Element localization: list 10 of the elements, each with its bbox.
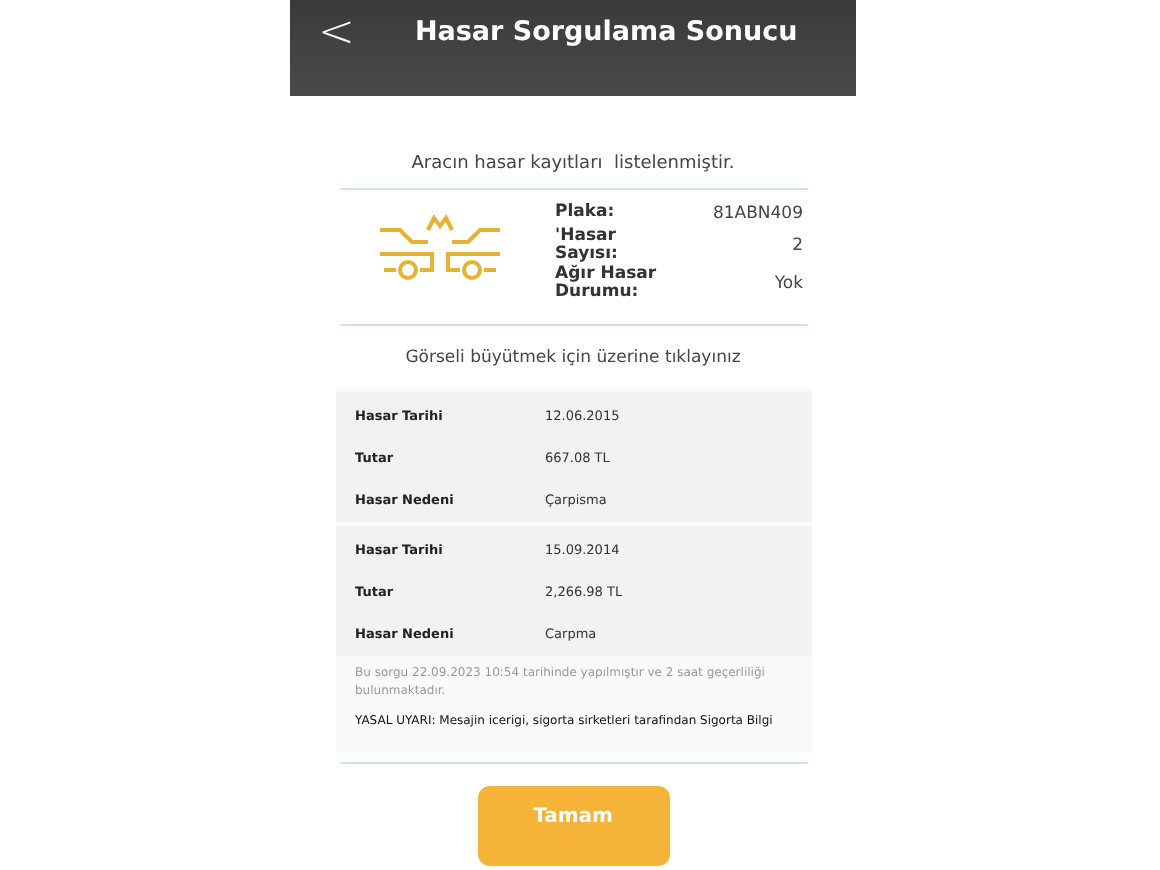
summary-value: 81ABN409	[712, 203, 803, 223]
back-button[interactable]: <	[306, 7, 367, 57]
hint-text: Görseli büyütmek için üzerine tıklayınız	[405, 348, 741, 369]
screen-title: Hasar Sorgulama Sonucu	[414, 16, 798, 48]
result-message: Aracın hasar kayıtları listelenmiştir.	[411, 154, 735, 174]
summary-value: Yok	[774, 274, 803, 295]
summary-label: Plaka:	[555, 203, 617, 223]
summary-label: Ağır Hasar Durumu:	[555, 265, 659, 303]
summary-label: 'Hasar Sayısı:	[555, 228, 620, 265]
summary-value: 2	[792, 236, 803, 257]
